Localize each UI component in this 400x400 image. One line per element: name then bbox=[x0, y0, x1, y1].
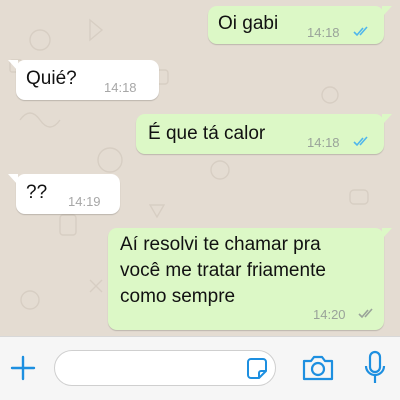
bubble-tail bbox=[8, 60, 18, 71]
message-line: Aí resolvi te chamar pra bbox=[120, 234, 321, 255]
message-input[interactable] bbox=[54, 350, 276, 386]
message-time: 14:18 bbox=[307, 135, 340, 150]
message-bubble-incoming[interactable]: Quié? 14:18 bbox=[8, 60, 159, 100]
message-bubble-outgoing[interactable]: Aí resolvi te chamar pra você me tratar … bbox=[108, 228, 392, 330]
bubble-tail bbox=[382, 114, 392, 125]
message-time: 14:18 bbox=[307, 25, 340, 40]
message-bubble-incoming[interactable]: ?? 14:19 bbox=[8, 174, 120, 214]
message-line: como sempre bbox=[120, 286, 236, 307]
message-time: 14:19 bbox=[68, 194, 101, 209]
read-receipt-icon bbox=[353, 136, 368, 147]
message-line: você me tratar friamente bbox=[120, 260, 326, 281]
message-time: 14:20 bbox=[313, 307, 346, 322]
message-input-bar bbox=[0, 336, 400, 400]
message-text: É que tá calor bbox=[148, 123, 266, 144]
bubble-tail bbox=[382, 228, 392, 239]
message-text: Aí resolvi te chamar pra você me tratar … bbox=[120, 232, 326, 310]
plus-icon[interactable] bbox=[8, 353, 38, 383]
microphone-icon[interactable] bbox=[364, 350, 386, 386]
message-text: ?? bbox=[26, 182, 48, 203]
message-bubble-outgoing[interactable]: Oi gabi 14:18 bbox=[208, 6, 392, 44]
camera-icon[interactable] bbox=[300, 352, 336, 384]
bubble-tail bbox=[382, 6, 392, 17]
message-time: 14:18 bbox=[104, 80, 137, 95]
delivered-receipt-icon bbox=[358, 308, 373, 319]
bubble-tail bbox=[8, 174, 18, 185]
message-text: Quié? bbox=[26, 68, 77, 89]
message-text: Oi gabi bbox=[218, 13, 279, 34]
message-bubble-outgoing[interactable]: É que tá calor 14:18 bbox=[136, 114, 392, 154]
read-receipt-icon bbox=[353, 26, 368, 37]
sticker-icon[interactable] bbox=[244, 356, 270, 382]
